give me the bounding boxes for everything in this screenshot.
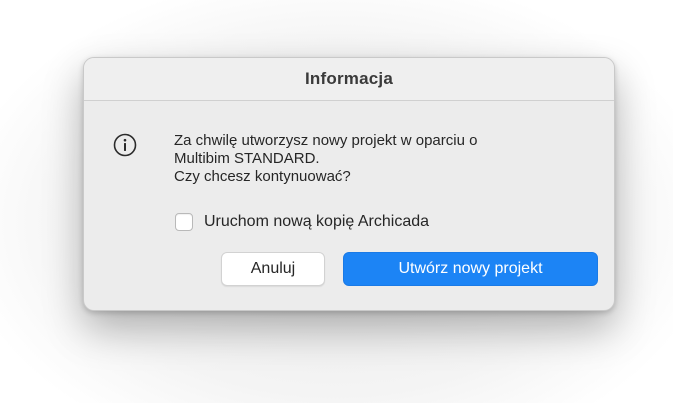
message-line: Multibim STANDARD. <box>174 150 320 167</box>
create-project-button[interactable]: Utwórz nowy projekt <box>343 252 598 286</box>
information-dialog: Informacja Za chwilę utworzysz nowy proj… <box>83 57 615 311</box>
message-line: Za chwilę utworzysz nowy projekt w oparc… <box>174 132 478 149</box>
cancel-button[interactable]: Anuluj <box>221 252 325 286</box>
new-instance-checkbox[interactable] <box>175 213 193 231</box>
message-line: Czy chcesz kontynuować? <box>174 168 351 185</box>
dialog-titlebar: Informacja <box>84 58 614 101</box>
info-icon <box>113 133 137 157</box>
desktop-backdrop: Informacja Za chwilę utworzysz nowy proj… <box>0 0 673 403</box>
new-instance-checkbox-row[interactable]: Uruchom nową kopię Archicada <box>175 213 429 231</box>
new-instance-checkbox-label[interactable]: Uruchom nową kopię Archicada <box>204 213 429 231</box>
dialog-title: Informacja <box>305 69 393 88</box>
dialog-message: Za chwilę utworzysz nowy projekt w oparc… <box>174 132 477 186</box>
